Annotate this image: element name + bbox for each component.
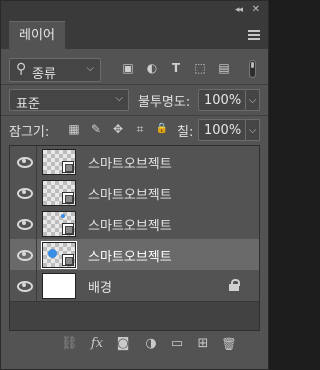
layer-row[interactable]: 스마트오브젝트 <box>10 146 259 178</box>
smart-object-badge-icon <box>62 192 74 204</box>
layers-panel: ◂◂ ✕ 레이어 ⚲ 종류 ⌵ ▣ ◐ T ⬚ ▤ 표준 ⌵ 불투명도: 100… <box>0 0 269 370</box>
adjustment-layer-icon[interactable]: ◑ <box>143 336 159 352</box>
lock-position-icon[interactable]: ✥ <box>111 122 125 136</box>
new-group-icon[interactable]: ▭ <box>169 336 185 352</box>
fill-dropdown-icon[interactable]: ⌵ <box>246 119 260 141</box>
fill-field[interactable]: 100% <box>198 119 246 141</box>
lock-transparent-icon[interactable]: ▦ <box>67 122 81 136</box>
smart-object-badge-icon <box>62 161 74 173</box>
layer-thumbnail <box>42 273 76 299</box>
delete-layer-icon[interactable]: 🗑 <box>221 336 237 352</box>
layer-thumbnail <box>42 211 76 237</box>
collapse-panel-icon[interactable]: ◂◂ <box>235 5 243 15</box>
layer-row[interactable]: 스마트오브젝트 <box>10 208 259 240</box>
visibility-eye-icon[interactable] <box>16 155 33 168</box>
shape-filter-icon[interactable]: ⬚ <box>193 61 207 75</box>
visibility-eye-icon[interactable] <box>16 217 33 230</box>
tab-layers[interactable]: 레이어 <box>9 21 65 49</box>
close-panel-icon[interactable]: ✕ <box>252 4 260 15</box>
fx-icon[interactable]: fx <box>89 336 105 352</box>
layer-thumbnail <box>42 180 76 206</box>
lock-image-icon[interactable]: ✎ <box>89 122 103 136</box>
image-filter-icon[interactable]: ▣ <box>121 61 135 75</box>
divider <box>36 146 37 177</box>
opacity-dropdown-icon[interactable]: ⌵ <box>246 89 260 111</box>
divider <box>36 270 37 301</box>
color-dot-icon <box>61 214 65 218</box>
visibility-eye-icon[interactable] <box>16 279 33 292</box>
tab-bar: 레이어 <box>1 21 268 49</box>
smart-object-filter-icon[interactable]: ▤ <box>217 61 231 75</box>
filter-kind-label: 종류 <box>32 67 56 82</box>
divider <box>1 115 268 116</box>
fill-label: 칠: <box>177 125 194 140</box>
divider <box>36 177 37 208</box>
opacity-field[interactable]: 100% <box>198 89 246 111</box>
lock-icon <box>229 279 240 291</box>
blend-mode-select[interactable]: 표준 ⌵ <box>9 89 129 112</box>
chevron-down-icon: ⌵ <box>86 63 94 74</box>
adjustment-filter-icon[interactable]: ◐ <box>145 61 159 75</box>
smart-object-badge-icon <box>62 223 74 235</box>
layer-thumbnail <box>41 241 77 269</box>
divider <box>36 239 37 270</box>
panel-menu-icon[interactable] <box>248 30 260 40</box>
opacity-value: 100% <box>204 93 242 108</box>
visibility-eye-icon[interactable] <box>16 186 33 199</box>
lock-label: 잠그기: <box>9 125 50 140</box>
color-dot-icon <box>48 249 57 258</box>
new-layer-icon[interactable]: ⊞ <box>195 336 211 352</box>
link-layers-icon[interactable]: ⛓ <box>61 336 78 352</box>
smart-object-badge-icon <box>62 254 74 266</box>
layer-row-background[interactable]: 배경 <box>10 270 259 302</box>
opacity-label: 불투명도: <box>138 95 191 110</box>
layer-row-selected[interactable]: 스마트오브젝트 <box>10 239 259 271</box>
panel-title-strip: ◂◂ ✕ <box>1 1 268 21</box>
layers-list: 스마트오브젝트 스마트오브젝트 스마트오브젝트 스마트오브젝트 배경 <box>9 145 260 331</box>
layer-name[interactable]: 스마트오브젝트 <box>88 184 172 203</box>
layer-name[interactable]: 스마트오브젝트 <box>88 153 172 172</box>
blend-mode-label: 표준 <box>16 97 40 112</box>
chevron-down-icon: ⌵ <box>115 93 123 104</box>
lock-all-icon[interactable]: 🔒 <box>155 122 169 136</box>
filter-toggle[interactable] <box>249 60 256 78</box>
layer-name[interactable]: 스마트오브젝트 <box>88 246 172 265</box>
layer-row[interactable]: 스마트오브젝트 <box>10 177 259 209</box>
visibility-eye-icon[interactable] <box>16 248 33 261</box>
search-icon: ⚲ <box>16 61 27 77</box>
layer-name[interactable]: 스마트오브젝트 <box>88 215 172 234</box>
layer-thumbnail <box>42 149 76 175</box>
divider <box>36 208 37 239</box>
layer-name[interactable]: 배경 <box>88 277 112 296</box>
filter-kind-select[interactable]: ⚲ 종류 ⌵ <box>9 58 101 82</box>
add-mask-icon[interactable]: ◙ <box>115 336 131 352</box>
text-filter-icon[interactable]: T <box>169 61 183 75</box>
divider <box>1 84 268 85</box>
fill-value: 100% <box>204 123 242 138</box>
lock-artboard-icon[interactable]: ⌗ <box>133 122 147 136</box>
layers-bottom-bar: ⛓ fx ◙ ◑ ▭ ⊞ 🗑 <box>1 331 268 357</box>
